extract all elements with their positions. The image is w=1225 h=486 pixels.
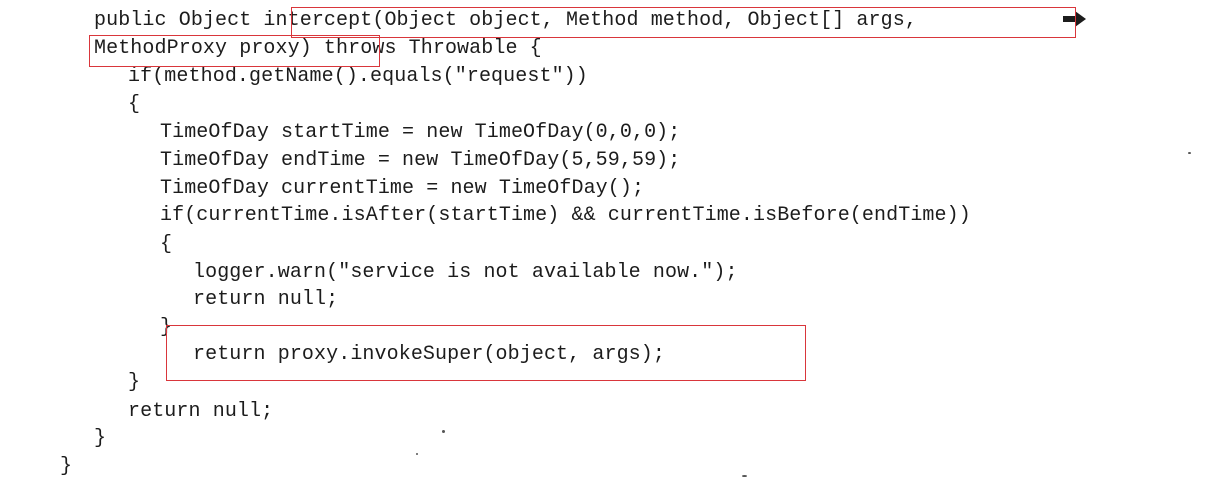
code-line-end-time: TimeOfDay endTime = new TimeOfDay(5,59,5… (160, 149, 681, 172)
code-line-inner-open-brace: { (160, 233, 173, 256)
scan-speck (1188, 152, 1191, 154)
code-line-class-close-brace: } (60, 455, 73, 478)
code-line-if-time-window: if(currentTime.isAfter(startTime) && cur… (160, 204, 971, 227)
code-line-if-request: if(method.getName().equals("request")) (128, 65, 588, 88)
code-line-return-null-outer: return null; (128, 400, 274, 423)
code-document: public Object intercept(Object object, M… (0, 0, 1225, 486)
highlight-box-intercept-signature (291, 7, 1076, 38)
code-line-method-close-brace: } (94, 427, 107, 450)
scan-speck (416, 453, 418, 455)
code-line-open-brace: { (128, 93, 141, 116)
scan-speck (442, 430, 445, 433)
code-line-close-brace: } (128, 371, 141, 394)
code-line-start-time: TimeOfDay startTime = new TimeOfDay(0,0,… (160, 121, 681, 144)
highlight-box-method-proxy-param (89, 35, 380, 67)
highlight-box-invoke-super (166, 325, 806, 381)
code-line-logger-warn: logger.warn("service is not available no… (193, 261, 738, 284)
code-line-return-null-inner: return null; (193, 288, 339, 311)
scan-speck (742, 475, 747, 477)
code-line-current-time: TimeOfDay currentTime = new TimeOfDay(); (160, 177, 645, 200)
